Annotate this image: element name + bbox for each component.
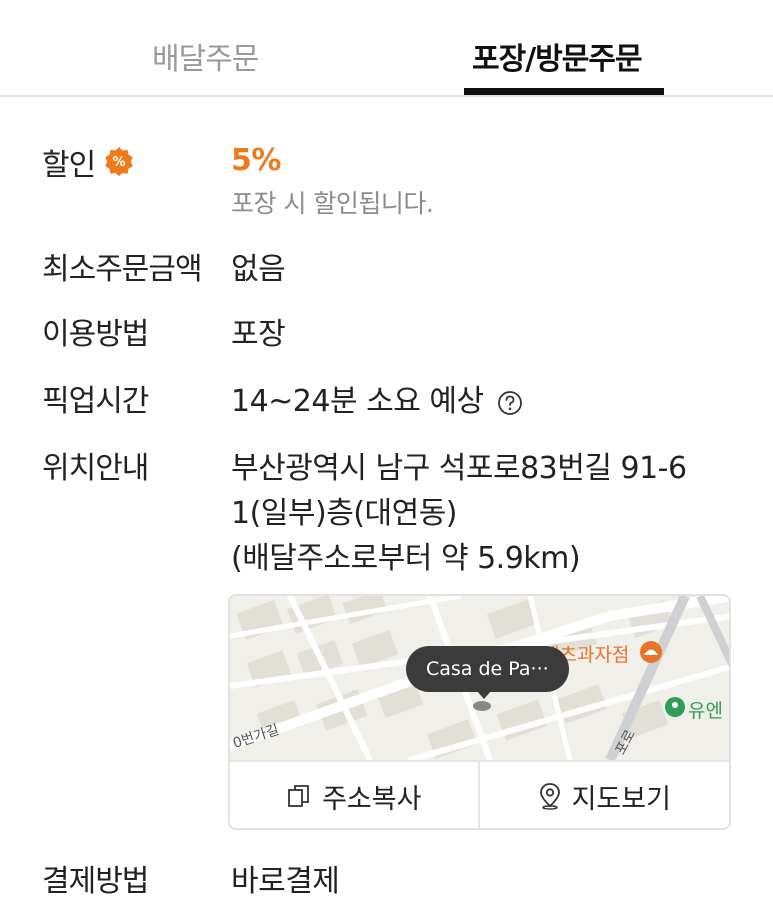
percent-badge-icon: % [105, 147, 133, 176]
tab-pickup[interactable]: 포장/방문주문 [472, 34, 643, 78]
active-tab-indicator [464, 88, 664, 95]
map-card: 제츠과자점 유엔 0번가길 포로 Casa de Pa··· 주소복사 지도보기 [228, 594, 731, 830]
map-actions: 주소복사 지도보기 [230, 760, 730, 828]
view-map-button[interactable]: 지도보기 [480, 762, 730, 828]
payment-value: 바로결제 [231, 864, 340, 899]
discount-note: 포장 시 할인됩니다. [231, 189, 434, 218]
location-pin-icon [539, 783, 560, 810]
distance-text: (배달주소로부터 약 5.9km) [231, 541, 581, 576]
question-circle-icon[interactable] [497, 390, 523, 416]
copy-address-button[interactable]: 주소복사 [230, 762, 480, 828]
location-label: 위치안내 [42, 451, 149, 486]
min-order-value: 없음 [231, 252, 286, 287]
copy-address-label: 주소복사 [322, 783, 422, 815]
pickup-time-value: 14~24분 소요 예상 [231, 384, 484, 419]
store-name-bubble[interactable]: Casa de Pa··· [406, 646, 569, 692]
discount-label: 할인 [42, 148, 96, 183]
tab-delivery[interactable]: 배달주문 [152, 34, 259, 78]
svg-text:%: % [112, 155, 125, 170]
usage-label: 이용방법 [42, 317, 149, 352]
usage-value: 포장 [231, 317, 286, 352]
discount-value: 5% [231, 143, 281, 178]
min-order-label: 최소주문금액 [42, 252, 203, 287]
order-type-tabs: 배달주문 포장/방문주문 [0, 0, 773, 97]
map-poi-other: 유엔 [688, 700, 723, 722]
pickup-time-label: 픽업시간 [42, 384, 149, 419]
store-bubble-tail [476, 690, 492, 699]
copy-icon [288, 785, 309, 807]
pickup-time-row: 14~24분 소요 예상 [231, 376, 523, 420]
view-map-label: 지도보기 [571, 783, 671, 815]
address-line1: 부산광역시 남구 석포로83번길 91-6 [231, 451, 687, 486]
address-line2: 1(일부)층(대연동) [231, 496, 458, 531]
map-view[interactable]: 제츠과자점 유엔 0번가길 포로 Casa de Pa··· [230, 596, 729, 760]
payment-label: 결제방법 [42, 864, 149, 899]
